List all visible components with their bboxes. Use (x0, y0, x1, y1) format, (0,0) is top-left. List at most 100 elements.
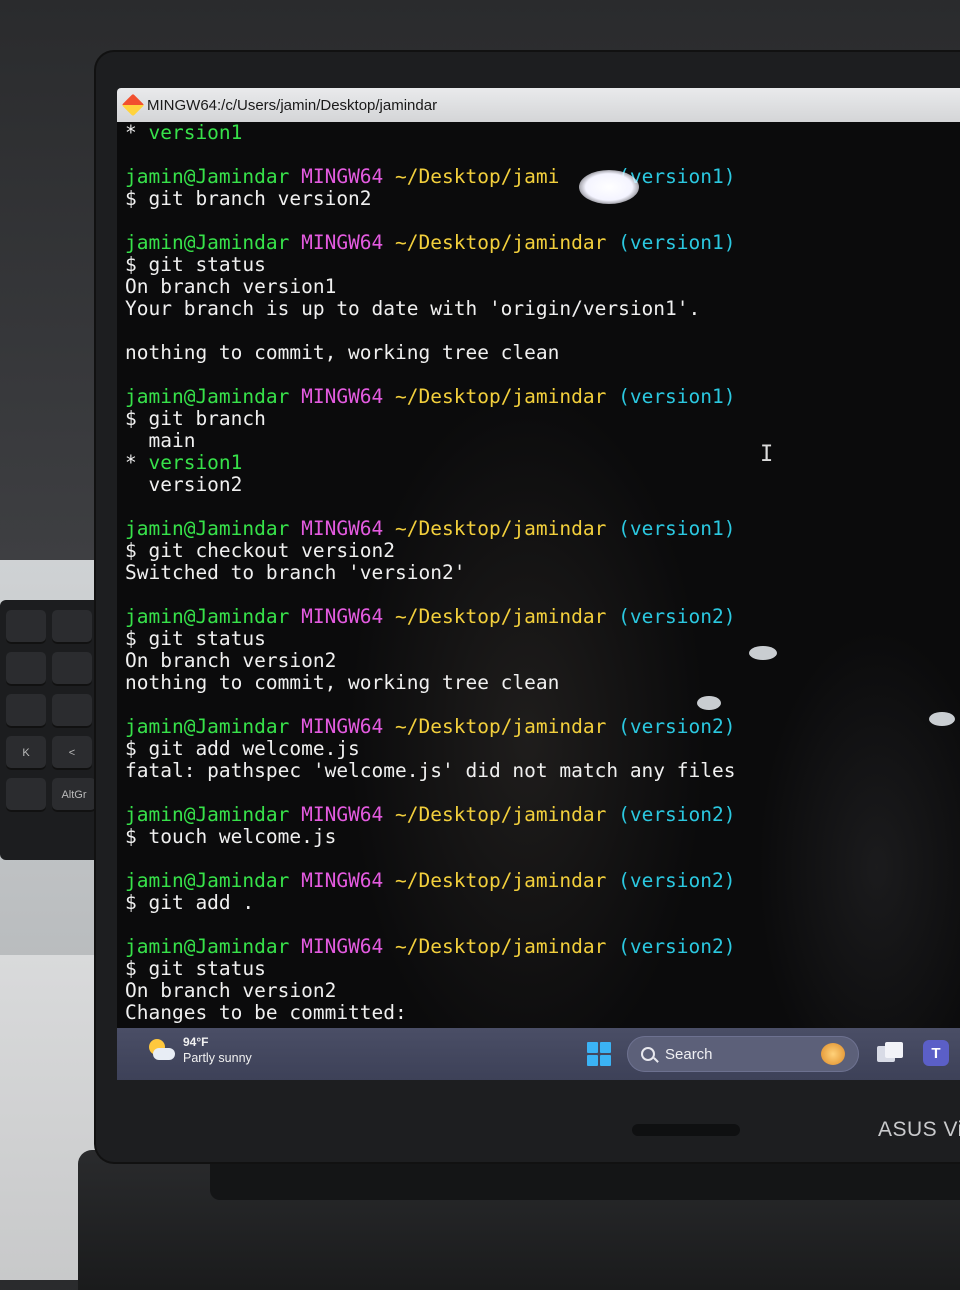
task-view-icon[interactable] (877, 1042, 903, 1064)
terminal-line: jamin@Jamindar MINGW64 ~/Desktop/jaminda… (125, 232, 955, 254)
terminal-line: nothing to commit, working tree clean (125, 342, 955, 364)
terminal-line: On branch version1 (125, 276, 955, 298)
terminal-text: (version1) (618, 517, 736, 540)
terminal-text: $ touch welcome.js (125, 825, 337, 848)
terminal-line: On branch version2 (125, 650, 955, 672)
terminal-titlebar[interactable]: MINGW64:/c/Users/jamin/Desktop/jamindar (117, 88, 960, 122)
terminal-text: MINGW64 (301, 605, 396, 628)
terminal-line: Changes to be committed: (125, 1002, 955, 1024)
terminal-line: jamin@Jamindar MINGW64 ~/Desktop/jaminda… (125, 386, 955, 408)
terminal-line: jamin@Jamindar MINGW64 ~/Desktop/jaminda… (125, 716, 955, 738)
terminal-text: jamin@Jamindar (125, 517, 302, 540)
windows-taskbar: 94°F Partly sunny Search T (117, 1028, 960, 1080)
terminal-text: $ git status (125, 627, 266, 650)
search-icon (641, 1047, 655, 1061)
terminal-line: $ git status (125, 628, 955, 650)
terminal-line: jamin@Jamindar MINGW64 ~/Desktop/jaminda… (125, 870, 955, 892)
terminal-text: Changes to be committed: (125, 1001, 407, 1024)
partly-sunny-icon (147, 1039, 175, 1061)
terminal-text: (version2) (618, 605, 736, 628)
text-cursor-icon: I (760, 442, 774, 467)
terminal-text: ~/Desktop/jamindar (395, 715, 619, 738)
terminal-line: Your branch is up to date with 'origin/v… (125, 298, 955, 320)
search-label: Search (665, 1045, 713, 1063)
terminal-text: ~/Desktop/jamindar (395, 803, 619, 826)
light-reflection (929, 712, 955, 726)
terminal-line: $ git status (125, 254, 955, 276)
git-bash-icon (121, 93, 145, 117)
terminal-text: version2 (125, 473, 243, 496)
laptop-screen: MINGW64:/c/Users/jamin/Desktop/jamindar … (117, 88, 960, 1080)
terminal-text: ~/Desktop/jamindar (395, 385, 619, 408)
terminal-line: fatal: pathspec 'welcome.js' did not mat… (125, 760, 955, 782)
terminal-text: fatal: pathspec 'welcome.js' did not mat… (125, 759, 736, 782)
terminal-line: $ git branch (125, 408, 955, 430)
terminal-text: version1 (148, 451, 243, 474)
terminal-line: Switched to branch 'version2' (125, 562, 955, 584)
terminal-line: $ git checkout version2 (125, 540, 955, 562)
terminal-text: MINGW64 (301, 715, 396, 738)
terminal-text: ~/Desktop/jamindar (395, 605, 619, 628)
terminal-text: (version2) (618, 869, 736, 892)
terminal-line: $ git add welcome.js (125, 738, 955, 760)
terminal-output[interactable]: * version1 jamin@Jamindar MINGW64 ~/Deskt… (125, 122, 955, 1027)
teams-icon[interactable]: T (923, 1040, 949, 1066)
terminal-line: jamin@Jamindar MINGW64 ~/Desktop/jaminda… (125, 606, 955, 628)
terminal-text: Switched to branch 'version2' (125, 561, 466, 584)
terminal-text: nothing to commit, working tree clean (125, 671, 560, 694)
terminal-text: jamin@Jamindar (125, 231, 302, 254)
taskbar-search-box[interactable]: Search (627, 1036, 859, 1072)
terminal-text: jamin@Jamindar (125, 385, 302, 408)
terminal-line: nothing to commit, working tree clean (125, 672, 955, 694)
terminal-text: (version1) (618, 231, 736, 254)
terminal-line: $ git branch version2 (125, 188, 955, 210)
terminal-text: MINGW64 (301, 165, 396, 188)
terminal-text: jamin@Jamindar (125, 715, 302, 738)
windows-start-icon[interactable] (587, 1042, 611, 1066)
terminal-text: ~/Desktop/jamindar (395, 231, 619, 254)
terminal-text: $ git branch (125, 407, 266, 430)
terminal-text: $ git checkout version2 (125, 539, 396, 562)
terminal-text: MINGW64 (301, 803, 396, 826)
terminal-text: ~/Desktop/jamindar (395, 935, 619, 958)
terminal-line: version2 (125, 474, 955, 496)
terminal-line: * version1 (125, 122, 955, 144)
light-reflection (697, 696, 721, 710)
terminal-line: * version1 (125, 452, 955, 474)
terminal-text: On branch version1 (125, 275, 337, 298)
terminal-line: jamin@Jamindar MINGW64 ~/Desktop/jaminda… (125, 804, 955, 826)
terminal-line: jamin@Jamindar MINGW64 ~/Desktop/jaminda… (125, 936, 955, 958)
terminal-text: MINGW64 (301, 869, 396, 892)
weather-temperature: 94°F (183, 1035, 209, 1049)
terminal-text: $ git status (125, 253, 266, 276)
terminal-text: Your branch is up to date with 'origin/v… (125, 297, 701, 320)
terminal-text: $ git add welcome.js (125, 737, 360, 760)
terminal-text: jamin@Jamindar (125, 869, 302, 892)
terminal-text: * (125, 451, 149, 474)
terminal-line: $ git status (125, 958, 955, 980)
terminal-text: MINGW64 (301, 385, 396, 408)
terminal-text: (version1) (618, 385, 736, 408)
terminal-text: MINGW64 (301, 517, 396, 540)
terminal-text: ~/Desktop/jamindar (395, 869, 619, 892)
terminal-line: jamin@Jamindar MINGW64 ~/Desktop/jaminda… (125, 518, 955, 540)
light-glare (579, 170, 639, 204)
terminal-text: MINGW64 (301, 935, 396, 958)
terminal-text: $ git add . (125, 891, 255, 914)
weather-widget[interactable]: 94°F Partly sunny (147, 1034, 252, 1066)
weather-description: Partly sunny (183, 1051, 252, 1065)
keyboard-key: < (52, 736, 92, 770)
keyboard-key: K (6, 736, 46, 770)
terminal-text: version1 (148, 122, 243, 144)
terminal-text: On branch version2 (125, 649, 337, 672)
terminal-line: On branch version2 (125, 980, 955, 1002)
keyboard-key: AltGr (52, 778, 96, 812)
terminal-text: $ git branch version2 (125, 187, 372, 210)
